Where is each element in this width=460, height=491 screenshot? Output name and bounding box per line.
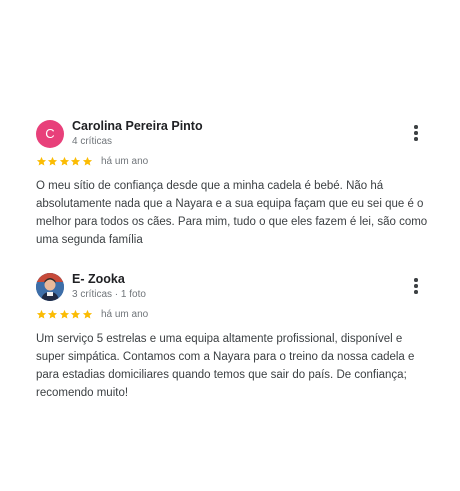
review-time: há um ano <box>100 155 149 167</box>
author-meta: 4 críticas <box>72 136 113 147</box>
star-icon <box>36 156 47 166</box>
review-header: E- Zooka 3 críticas · 1 foto <box>36 272 428 306</box>
review-time: há um ano <box>100 308 149 320</box>
star-icon <box>59 309 69 319</box>
star-icon <box>48 156 58 166</box>
author-name[interactable]: E- Zooka <box>72 272 125 286</box>
author-name[interactable]: Carolina Pereira Pinto <box>72 119 203 133</box>
star-rating <box>36 309 93 320</box>
star-icon <box>71 156 81 166</box>
star-icon <box>36 309 47 319</box>
review-text: Um serviço 5 estrelas e uma equipa altam… <box>36 333 415 399</box>
avatar[interactable]: C <box>36 120 64 148</box>
star-icon <box>71 309 81 319</box>
review-header: C Carolina Pereira Pinto 4 críticas <box>36 119 428 153</box>
star-icon <box>82 309 92 319</box>
author-meta: 3 críticas · 1 foto <box>72 289 146 300</box>
review-card: E- Zooka 3 críticas · 1 foto há um ano U… <box>36 272 428 402</box>
more-vert-icon[interactable] <box>410 276 422 296</box>
user-photo-icon <box>36 273 64 301</box>
star-icon <box>48 309 58 319</box>
rating-row: há um ano <box>36 153 428 169</box>
rating-row: há um ano <box>36 306 428 322</box>
avatar[interactable] <box>36 273 64 301</box>
more-vert-icon[interactable] <box>410 123 422 143</box>
review-card: C Carolina Pereira Pinto 4 críticas há u… <box>36 119 428 249</box>
star-rating <box>36 156 93 167</box>
star-icon <box>59 156 69 166</box>
star-icon <box>82 156 92 166</box>
review-text: O meu sítio de confiança desde que a min… <box>36 180 428 246</box>
